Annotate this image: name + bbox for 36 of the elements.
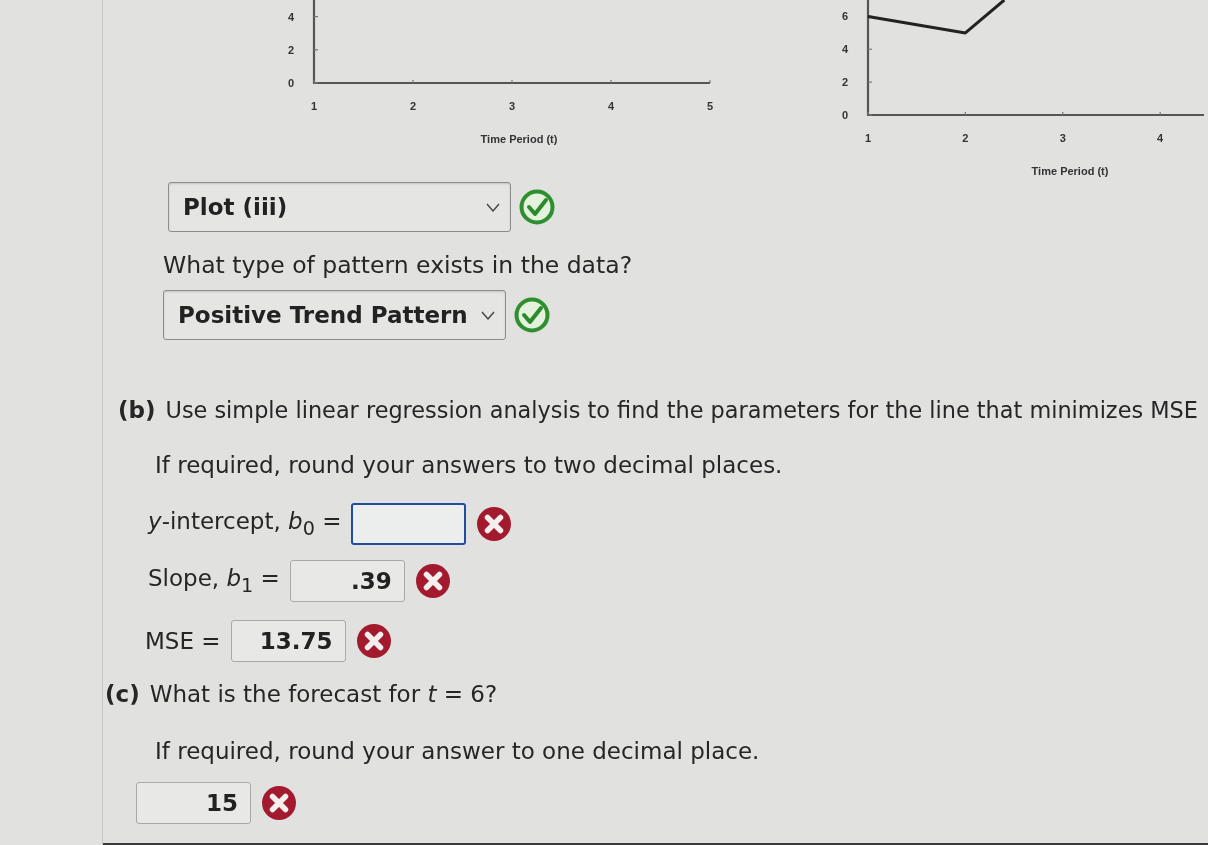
question-text: Use simple linear regression analysis to find the parameters for the line that minimizes MSE [165, 396, 1198, 424]
axis-title: Time Period (t) [480, 133, 558, 145]
x-tick-label: 2 [409, 100, 417, 112]
y-tick-label: 2 [287, 43, 294, 56]
x-tick-label: 4 [1157, 132, 1164, 144]
field-label: Slope, b$_{1}$ = [148, 565, 280, 597]
part-label: (c) [105, 680, 140, 708]
chevron-icon [481, 310, 495, 320]
question-text: What is the forecast for t = 6? [149, 680, 498, 708]
answer-field[interactable]: 13.75 [230, 620, 346, 662]
x-tick-label: 3 [1059, 132, 1066, 144]
instruction-text: If required, round your answer to one decimal place. [155, 737, 760, 765]
x-tick-label: 1 [310, 100, 318, 112]
field-label: y-intercept, b$_{0}$ = [148, 508, 342, 540]
dropdown[interactable]: Positive Trend Pattern [163, 290, 506, 340]
chevron-icon [486, 202, 500, 212]
answer-field[interactable] [351, 503, 467, 545]
y-tick-label: 4 [841, 43, 848, 56]
x-tick-label: 4 [607, 100, 615, 112]
axis-title: Time Period (t) [1031, 165, 1109, 177]
x-tick-label: 1 [864, 132, 872, 144]
instruction-text: If required, round your answers to two decimal places. [155, 451, 783, 479]
x-tick-label: 5 [706, 100, 714, 112]
part-label: (b) [118, 396, 156, 424]
field-label: MSE = [145, 628, 221, 654]
y-tick-label: 0 [841, 109, 848, 121]
dropdown[interactable]: Plot (iii) [168, 182, 511, 232]
x-tick-label: 2 [962, 132, 969, 144]
question-text: What type of pattern exists in the data? [163, 251, 633, 279]
y-tick-label: 6 [841, 10, 848, 23]
answer-field[interactable]: 15 [136, 782, 251, 824]
answer-field[interactable]: .39 [289, 560, 405, 602]
y-tick-label: 2 [841, 76, 848, 89]
x-tick-label: 3 [508, 100, 516, 112]
y-tick-label: 0 [287, 77, 294, 89]
y-tick-label: 4 [287, 10, 294, 23]
